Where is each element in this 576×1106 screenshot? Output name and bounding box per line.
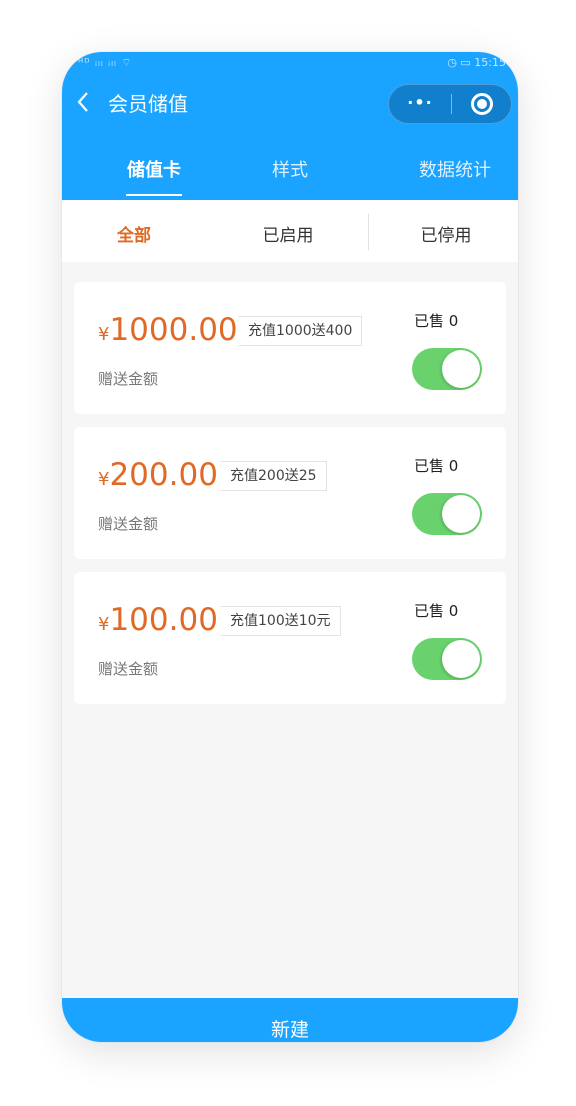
filter-divider xyxy=(368,214,369,250)
tab-style[interactable]: 样式 xyxy=(242,156,338,182)
stored-value-card[interactable]: ¥1000.00 充值1000送400 赠送金额 已售 0 xyxy=(74,282,506,414)
currency-symbol: ¥ xyxy=(98,469,110,490)
sold-count: 已售 0 xyxy=(414,602,459,620)
card-tag: 充值100送10元 xyxy=(220,606,341,636)
tab-statistics[interactable]: 数据统计 xyxy=(400,156,510,182)
card-tag: 充值200送25 xyxy=(220,461,327,491)
status-time: ◷ ▭ 15:15 xyxy=(447,56,506,69)
toggle-knob xyxy=(442,495,480,533)
phone-frame: ᴴᴰ ᵢₗₗ ᵢₗₗ ⌔ ◷ ▭ 15:15 会员储值 ·•· 储值卡 样式 数… xyxy=(62,52,518,1042)
enable-toggle[interactable] xyxy=(412,493,482,535)
more-icon[interactable]: ·•· xyxy=(389,85,451,123)
status-bar: ᴴᴰ ᵢₗₗ ᵢₗₗ ⌔ ◷ ▭ 15:15 xyxy=(62,52,518,76)
filter-disabled[interactable]: 已停用 xyxy=(386,221,506,246)
close-target-icon[interactable] xyxy=(471,93,493,115)
tab-label: 样式 xyxy=(272,160,308,181)
card-description: 赠送金额 xyxy=(98,660,159,678)
enable-toggle[interactable] xyxy=(412,348,482,390)
card-description: 赠送金额 xyxy=(98,515,159,533)
toggle-knob xyxy=(442,640,480,678)
tab-label: 数据统计 xyxy=(419,160,491,181)
card-amount: ¥100.00 xyxy=(98,602,218,638)
new-button[interactable]: 新建 xyxy=(62,998,518,1042)
active-tab-underline xyxy=(126,194,182,196)
filter-tabs: 全部 已启用 已停用 xyxy=(62,200,518,262)
mini-program-capsule: ·•· xyxy=(388,84,512,124)
signal-indicators: ᴴᴰ ᵢₗₗ ᵢₗₗ ⌔ xyxy=(78,56,133,69)
filter-all[interactable]: 全部 xyxy=(74,221,194,246)
top-bar: ᴴᴰ ᵢₗₗ ᵢₗₗ ⌔ ◷ ▭ 15:15 会员储值 ·•· 储值卡 样式 数… xyxy=(62,52,518,200)
tab-label: 储值卡 xyxy=(127,160,181,181)
currency-symbol: ¥ xyxy=(98,614,110,635)
card-tag: 充值1000送400 xyxy=(238,316,363,346)
amount-value: 200.00 xyxy=(109,457,218,493)
amount-value: 100.00 xyxy=(109,602,218,638)
amount-value: 1000.00 xyxy=(109,312,238,348)
card-amount: ¥1000.00 xyxy=(98,312,238,348)
stored-value-card[interactable]: ¥200.00 充值200送25 赠送金额 已售 0 xyxy=(74,427,506,559)
tab-stored-value-card[interactable]: 储值卡 xyxy=(106,156,202,196)
main-tabs: 储值卡 样式 数据统计 xyxy=(62,148,518,200)
capsule-divider xyxy=(451,94,452,114)
filter-enabled[interactable]: 已启用 xyxy=(228,221,348,246)
sold-count: 已售 0 xyxy=(414,312,459,330)
card-description: 赠送金额 xyxy=(98,370,159,388)
chevron-left-icon[interactable] xyxy=(76,90,90,118)
page-title: 会员储值 xyxy=(108,92,188,116)
enable-toggle[interactable] xyxy=(412,638,482,680)
stored-value-card[interactable]: ¥100.00 充值100送10元 赠送金额 已售 0 xyxy=(74,572,506,704)
sold-count: 已售 0 xyxy=(414,457,459,475)
currency-symbol: ¥ xyxy=(98,324,110,345)
toggle-knob xyxy=(442,350,480,388)
nav-bar: 会员储值 ·•· xyxy=(62,78,518,130)
card-amount: ¥200.00 xyxy=(98,457,218,493)
